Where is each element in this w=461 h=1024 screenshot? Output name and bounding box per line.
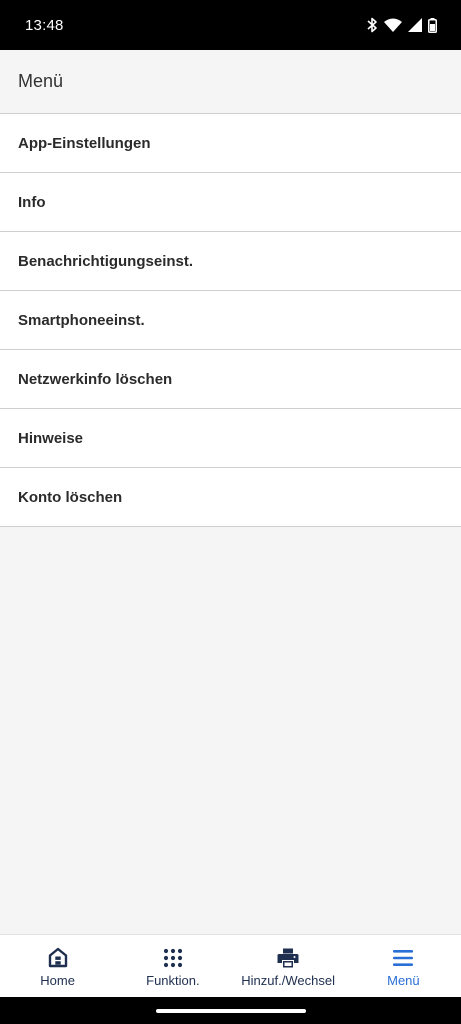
bluetooth-icon — [366, 17, 378, 33]
battery-icon — [428, 17, 437, 33]
menu-item-label: App-Einstellungen — [18, 134, 151, 152]
menu-item-label: Netzwerkinfo löschen — [18, 370, 173, 388]
nav-label-add-switch: Hinzuf./Wechsel — [241, 972, 335, 988]
menu-item-smartphone-settings[interactable]: Smartphoneeinst. — [0, 291, 461, 350]
menu-item-label: Konto löschen — [18, 488, 123, 506]
page-title: Menü — [18, 71, 64, 91]
nav-label-home: Home — [40, 972, 75, 988]
menu-item-label: Benachrichtigungseinst. — [18, 252, 194, 270]
grid-dots-icon — [163, 947, 183, 969]
status-icons — [366, 17, 437, 33]
menu-item-app-settings[interactable]: App-Einstellungen — [0, 114, 461, 173]
home-icon — [48, 947, 68, 969]
hamburger-menu-icon — [393, 947, 414, 969]
home-gesture-handle[interactable] — [155, 1008, 306, 1013]
nav-tab-add-switch[interactable]: Hinzuf./Wechsel — [231, 935, 346, 997]
menu-item-notification-settings[interactable]: Benachrichtigungseinst. — [0, 232, 461, 291]
nav-tab-home[interactable]: Home — [0, 935, 115, 997]
nav-tab-menu[interactable]: Menü — [346, 935, 461, 997]
menu-item-label: Smartphoneeinst. — [18, 311, 145, 329]
gesture-bar — [0, 997, 461, 1024]
signal-icon — [408, 18, 422, 32]
menu-item-info[interactable]: Info — [0, 173, 461, 232]
status-time: 13:48 — [25, 16, 64, 34]
printer-icon — [277, 947, 299, 969]
page-header: Menü — [0, 50, 461, 114]
menu-item-notes[interactable]: Hinweise — [0, 409, 461, 468]
nav-tab-functions[interactable]: Funktion. — [115, 935, 230, 997]
menu-item-label: Hinweise — [18, 429, 84, 447]
nav-label-functions: Funktion. — [146, 972, 200, 988]
menu-list: App-Einstellungen Info Benachrichtigungs… — [0, 114, 461, 527]
menu-item-clear-network-info[interactable]: Netzwerkinfo löschen — [0, 350, 461, 409]
status-bar: 13:48 — [0, 0, 461, 50]
menu-item-delete-account[interactable]: Konto löschen — [0, 468, 461, 527]
wifi-icon — [384, 18, 402, 32]
bottom-navigation: Home Funktion. Hinzuf./Wechsel Menü — [0, 934, 461, 997]
menu-item-label: Info — [18, 193, 46, 211]
nav-label-menu: Menü — [387, 972, 420, 988]
